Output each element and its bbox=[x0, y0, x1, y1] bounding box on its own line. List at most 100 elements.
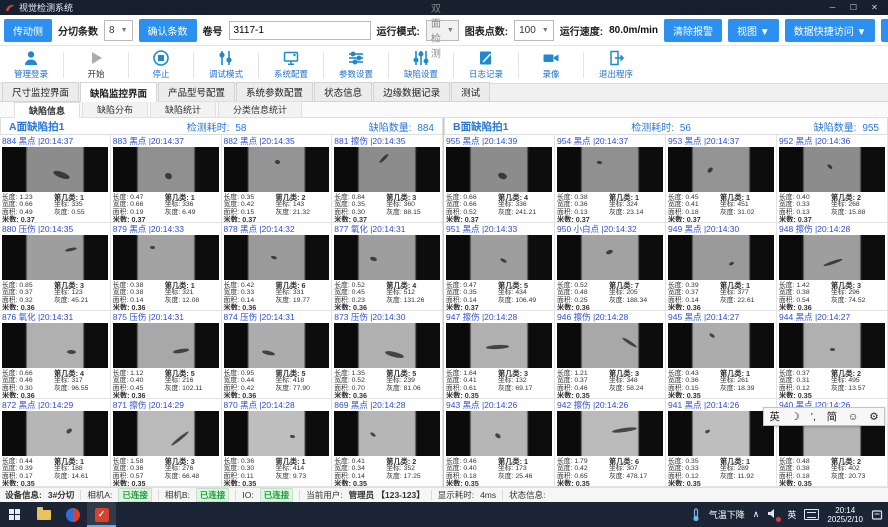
defect-cell[interactable]: 874 压伤 |20:14:31 长度: 0.95 宽度: 0.44 面积: 0… bbox=[222, 311, 333, 399]
defect-gray: 11.92 bbox=[737, 473, 754, 480]
exit-program-button[interactable]: 退出程序 bbox=[587, 49, 645, 80]
defect-cell[interactable]: 883 黑点 |20:14:37 长度: 0.47 宽度: 0.66 面积: 0… bbox=[111, 135, 222, 223]
clear-alarm-button[interactable]: 清除报警 bbox=[664, 19, 722, 42]
defect-cell-header: 870 黑点 |20:14:28 bbox=[224, 399, 330, 411]
defect-cell[interactable]: 871 擦伤 |20:14:29 长度: 1.58 宽度: 0.36 面积: 0… bbox=[111, 399, 222, 487]
tab-defect-monitor[interactable]: 缺陷监控界面 bbox=[80, 82, 157, 102]
view-menu-button[interactable]: 视图 ▼ bbox=[728, 19, 779, 42]
ime-lang-toggle[interactable]: 英 bbox=[769, 409, 780, 424]
help-menu-button[interactable]: 帮助 ▼ bbox=[881, 19, 888, 42]
defect-cell[interactable]: 942 擦伤 |20:14:26 长度: 1.79 宽度: 0.42 面积: 0… bbox=[555, 399, 666, 487]
subtab-class-info-statistics[interactable]: 分类信息统计 bbox=[218, 101, 302, 117]
confirm-count-button[interactable]: 确认条数 bbox=[139, 19, 197, 42]
slit-count-select[interactable]: 8 ▼ bbox=[104, 20, 133, 41]
defect-cell[interactable]: 876 氧化 |20:14:31 长度: 0.66 宽度: 0.46 面积: 0… bbox=[0, 311, 111, 399]
start-button[interactable]: 开始 bbox=[67, 49, 125, 80]
parameter-settings-button[interactable]: 参数设置 bbox=[327, 49, 385, 80]
ime-simplified-toggle[interactable]: 简 bbox=[827, 409, 838, 424]
defect-cell[interactable]: 881 擦伤 |20:14:35 长度: 0.84 宽度: 0.35 面积: 0… bbox=[332, 135, 443, 223]
defect-cell[interactable]: 951 黑点 |20:14:33 长度: 0.47 宽度: 0.35 面积: 0… bbox=[444, 223, 555, 311]
defect-cell[interactable]: 953 黑点 |20:14:37 长度: 0.45 宽度: 0.41 面积: 0… bbox=[666, 135, 777, 223]
run-mode-select[interactable]: 双面检测 ▼ bbox=[426, 20, 459, 41]
defect-id: 879 bbox=[113, 224, 127, 234]
defect-time: |20:14:35 bbox=[259, 136, 294, 146]
ime-moon-icon[interactable]: ☽ bbox=[791, 411, 800, 423]
tab-size-monitor[interactable]: 尺寸监控界面 bbox=[2, 82, 79, 101]
ime-settings-gear-icon[interactable]: ⚙ bbox=[869, 411, 878, 423]
defect-cell[interactable]: 873 压伤 |20:14:30 长度: 1.35 宽度: 0.52 面积: 0… bbox=[332, 311, 443, 399]
defect-settings-button[interactable]: 缺陷设置 bbox=[392, 49, 450, 80]
tab-test[interactable]: 测试 bbox=[451, 82, 490, 101]
defect-cell[interactable]: 878 黑点 |20:14:32 长度: 0.42 宽度: 0.33 面积: 0… bbox=[222, 223, 333, 311]
log-record-button[interactable]: 日志记录 bbox=[457, 49, 515, 80]
drive-side-button[interactable]: 传动侧 bbox=[4, 19, 52, 42]
maximize-button[interactable]: ☐ bbox=[845, 3, 862, 12]
defect-image bbox=[334, 235, 440, 280]
defect-cell[interactable]: 952 黑点 |20:14:36 长度: 0.40 宽度: 0.33 面积: 0… bbox=[777, 135, 888, 223]
defect-cell[interactable]: 877 氧化 |20:14:31 长度: 0.52 宽度: 0.45 面积: 0… bbox=[332, 223, 443, 311]
touch-keyboard-icon[interactable] bbox=[804, 509, 819, 520]
admin-login-button[interactable]: 管理登录 bbox=[2, 49, 60, 80]
tray-chevron-up-icon[interactable]: ∧ bbox=[753, 509, 760, 520]
defect-cell[interactable]: 950 小白点 |20:14:32 长度: 0.52 宽度: 0.48 面积: … bbox=[555, 223, 666, 311]
defect-time: |20:14:36 bbox=[815, 136, 850, 146]
vision-app-taskbar-button[interactable]: ✓ bbox=[87, 502, 116, 527]
subtab-defect-info[interactable]: 缺陷信息 bbox=[14, 102, 80, 118]
ime-emoji-icon[interactable]: ☺ bbox=[848, 411, 859, 423]
defect-cell[interactable]: 943 黑点 |20:14:26 长度: 0.46 宽度: 0.40 面积: 0… bbox=[444, 399, 555, 487]
defect-type: 黑点 bbox=[685, 400, 702, 410]
pinned-app-button[interactable] bbox=[58, 502, 87, 527]
defect-cell[interactable]: 949 黑点 |20:14:30 长度: 0.39 宽度: 0.37 面积: 0… bbox=[666, 223, 777, 311]
defect-cell[interactable]: 884 黑点 |20:14:37 长度: 1.23 宽度: 0.66 面积: 0… bbox=[0, 135, 111, 223]
tab-status-info[interactable]: 状态信息 bbox=[314, 82, 372, 101]
clock[interactable]: 20:14 2025/2/10 bbox=[827, 506, 863, 524]
defect-cell[interactable]: 947 擦伤 |20:14:28 长度: 1.64 宽度: 0.41 面积: 0… bbox=[444, 311, 555, 399]
defect-cell[interactable]: 882 黑点 |20:14:35 长度: 0.35 宽度: 0.42 面积: 0… bbox=[222, 135, 333, 223]
sound-icon[interactable] bbox=[767, 508, 779, 521]
defect-length: 0.36 bbox=[241, 458, 254, 465]
debug-mode-button[interactable]: 调试模式 bbox=[197, 49, 255, 80]
minimize-button[interactable]: ─ bbox=[824, 3, 841, 12]
defect-coord: 512 bbox=[404, 289, 415, 296]
windows-logo-icon bbox=[9, 509, 20, 520]
start-button[interactable] bbox=[0, 502, 29, 527]
defect-cell[interactable]: 880 压伤 |20:14:35 长度: 0.85 宽度: 0.37 面积: 0… bbox=[0, 223, 111, 311]
data-quick-access-menu-button[interactable]: 数据快捷访问 ▼ bbox=[785, 19, 876, 42]
action-center-icon[interactable] bbox=[871, 509, 883, 521]
defect-id: 941 bbox=[668, 400, 682, 410]
tab-system-param-config[interactable]: 系统参数配置 bbox=[236, 82, 313, 101]
defect-cell[interactable]: 941 黑点 |20:14:26 长度: 0.35 宽度: 0.33 面积: 0… bbox=[666, 399, 777, 487]
defect-cell[interactable]: 944 黑点 |20:14:27 长度: 0.37 宽度: 0.31 面积: 0… bbox=[777, 311, 888, 399]
tab-edge-data-record[interactable]: 边缘数据记录 bbox=[373, 82, 450, 101]
file-explorer-button[interactable] bbox=[29, 502, 58, 527]
tab-product-model-config[interactable]: 产品型号配置 bbox=[158, 82, 235, 101]
defect-info: 长度: 0.41 宽度: 0.34 面积: 0.14 米数: 0.35 第几类:… bbox=[334, 456, 440, 487]
defect-id: 881 bbox=[334, 136, 348, 146]
defect-cell[interactable]: 870 黑点 |20:14:28 长度: 0.36 宽度: 0.30 面积: 0… bbox=[222, 399, 333, 487]
close-button[interactable]: ✕ bbox=[866, 3, 883, 12]
defect-cell[interactable]: 954 黑点 |20:14:37 长度: 0.38 宽度: 0.36 面积: 0… bbox=[555, 135, 666, 223]
system-config-button[interactable]: 系统配置 bbox=[262, 49, 320, 80]
ime-language-indicator[interactable]: 英 bbox=[787, 508, 796, 521]
recording-button[interactable]: 录像 bbox=[522, 49, 580, 80]
defect-info: 长度: 0.37 宽度: 0.31 面积: 0.12 米数: 0.35 第几类:… bbox=[779, 368, 885, 399]
defect-coord: 296 bbox=[848, 289, 859, 296]
weather-text[interactable]: 气温下降 bbox=[709, 508, 745, 521]
stop-button[interactable]: 停止 bbox=[132, 49, 190, 80]
defect-cell[interactable]: 875 压伤 |20:14:31 长度: 1.12 宽度: 0.40 面积: 0… bbox=[111, 311, 222, 399]
defect-cell-header: 872 黑点 |20:14:29 bbox=[2, 399, 108, 411]
roll-number-input[interactable] bbox=[229, 21, 371, 40]
defect-cell[interactable]: 869 黑点 |20:14:28 长度: 0.41 宽度: 0.34 面积: 0… bbox=[332, 399, 443, 487]
subtab-defect-statistics[interactable]: 缺陷统计 bbox=[150, 101, 216, 117]
defect-cell[interactable]: 945 黑点 |20:14:27 长度: 0.43 宽度: 0.36 面积: 0… bbox=[666, 311, 777, 399]
defect-time: |20:14:29 bbox=[38, 400, 73, 410]
ime-punctuation-toggle[interactable]: ’, bbox=[811, 411, 816, 423]
titlebar: 视觉检测系统 ─ ☐ ✕ bbox=[0, 0, 888, 15]
defect-cell[interactable]: 948 擦伤 |20:14:28 长度: 1.42 宽度: 0.38 面积: 0… bbox=[777, 223, 888, 311]
defect-cell[interactable]: 946 擦伤 |20:14:28 长度: 1.21 宽度: 0.37 面积: 0… bbox=[555, 311, 666, 399]
defect-cell[interactable]: 879 黑点 |20:14:33 长度: 0.38 宽度: 0.38 面积: 0… bbox=[111, 223, 222, 311]
subtab-defect-distribution[interactable]: 缺陷分布 bbox=[82, 101, 148, 117]
defect-cell[interactable]: 955 黑点 |20:14:39 长度: 0.66 宽度: 0.66 面积: 0… bbox=[444, 135, 555, 223]
chart-points-select[interactable]: 100 ▼ bbox=[514, 20, 554, 41]
defect-cell[interactable]: 872 黑点 |20:14:29 长度: 0.44 宽度: 0.39 面积: 0… bbox=[0, 399, 111, 487]
